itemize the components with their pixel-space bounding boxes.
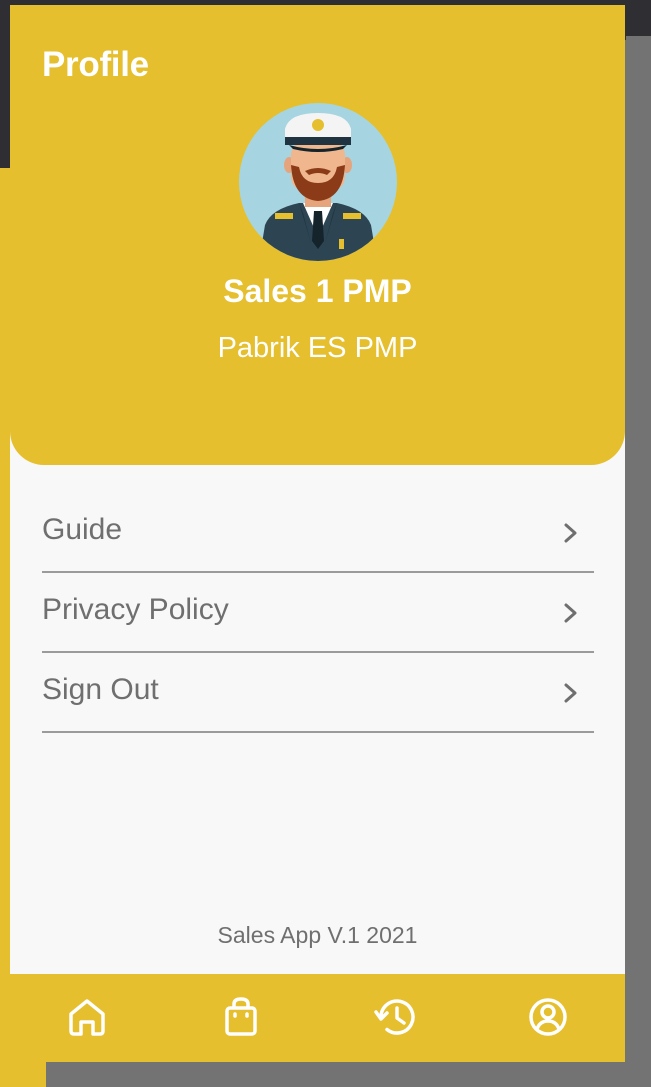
app-screen: Profile Sales 1 PMP Pabrik ES PMP Guide … bbox=[10, 5, 625, 1062]
profile-menu: Guide Privacy Policy Sign Out bbox=[42, 493, 594, 733]
avatar bbox=[239, 103, 397, 261]
page-title: Profile bbox=[42, 45, 149, 84]
menu-item-label: Guide bbox=[42, 513, 123, 546]
menu-item-privacy-policy[interactable]: Privacy Policy bbox=[42, 573, 594, 653]
nav-profile-button[interactable] bbox=[523, 992, 573, 1042]
company-name: Pabrik ES PMP bbox=[217, 332, 418, 364]
account-icon bbox=[529, 998, 567, 1036]
captain-avatar-icon bbox=[259, 113, 377, 261]
background-gray-strip bbox=[626, 36, 651, 1087]
chevron-right-icon bbox=[564, 523, 577, 543]
menu-item-guide[interactable]: Guide bbox=[42, 493, 594, 573]
nav-orders-button[interactable] bbox=[216, 992, 266, 1042]
menu-item-label: Privacy Policy bbox=[42, 593, 229, 626]
shopping-bag-icon bbox=[225, 997, 257, 1036]
chevron-right-icon bbox=[564, 683, 577, 703]
user-name: Sales 1 PMP bbox=[223, 273, 412, 309]
app-version: Sales App V.1 2021 bbox=[217, 922, 418, 948]
menu-item-sign-out[interactable]: Sign Out bbox=[42, 653, 594, 733]
nav-home-button[interactable] bbox=[62, 992, 112, 1042]
menu-item-label: Sign Out bbox=[42, 673, 159, 706]
home-icon bbox=[69, 999, 105, 1036]
nav-history-button[interactable] bbox=[371, 992, 421, 1042]
bottom-nav bbox=[10, 974, 625, 1062]
profile-header: Profile Sales 1 PMP Pabrik ES PMP bbox=[10, 5, 625, 465]
chevron-right-icon bbox=[564, 603, 577, 623]
history-icon bbox=[374, 999, 415, 1035]
